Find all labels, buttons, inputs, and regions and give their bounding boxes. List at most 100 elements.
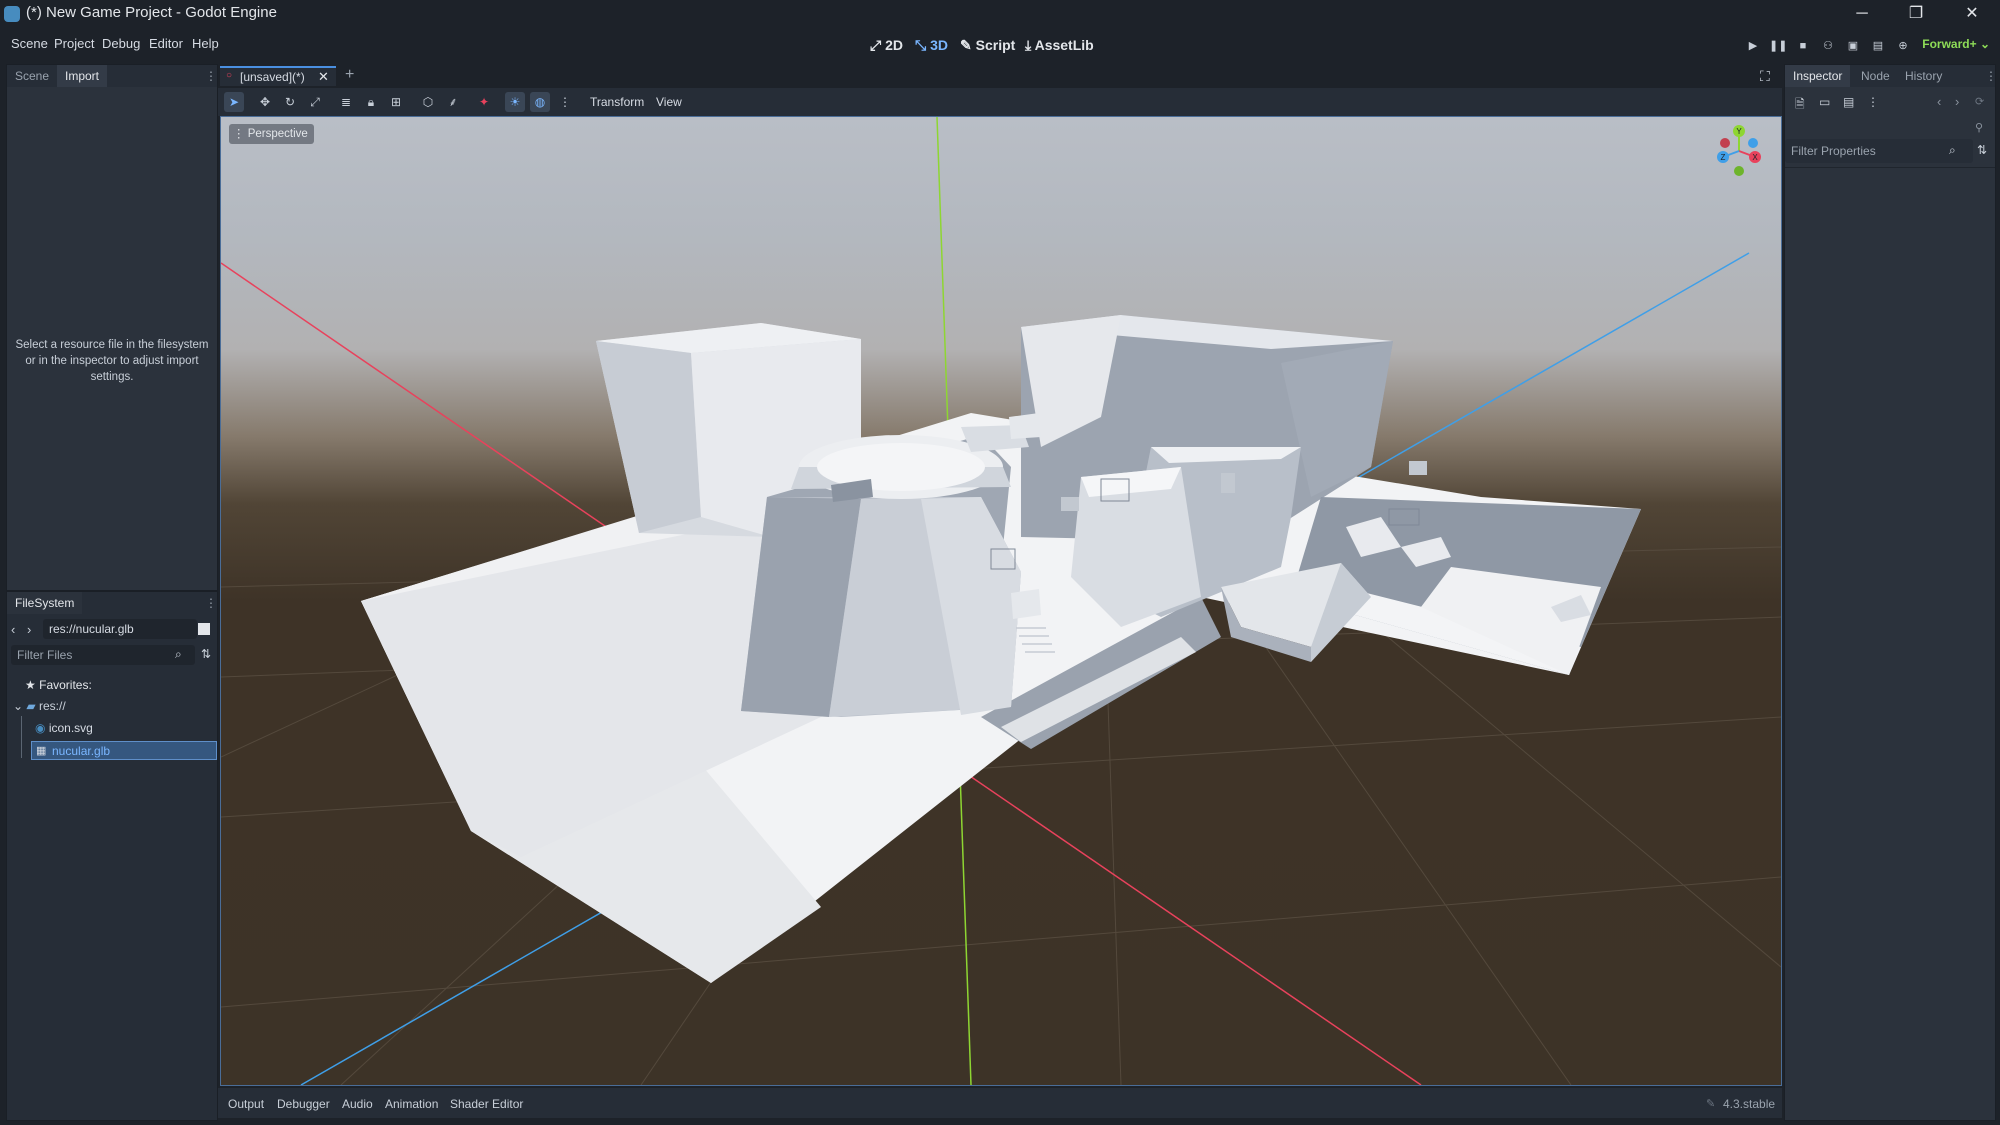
3d-viewport[interactable]: ⋮ Perspective Y X Z — [220, 116, 1782, 1086]
search-icon: ⌕ — [1949, 143, 1956, 157]
version-label[interactable]: 4.3.stable — [1723, 1097, 1775, 1111]
close-window-button[interactable]: ✕ — [1944, 0, 2000, 28]
axis-gizmo-icon: Y X Z — [1717, 125, 1761, 176]
folder-icon: ▰ — [26, 699, 36, 713]
more-options-icon[interactable]: ⋮ — [1867, 95, 1879, 109]
group-icon[interactable]: ⊞ — [386, 92, 406, 112]
filter-files-input[interactable]: Filter Files — [11, 645, 195, 665]
res-folder-row[interactable]: ⌄ ▰ res:// — [13, 699, 66, 713]
pause-button[interactable]: ❚❚ — [1769, 37, 1787, 55]
perspective-button[interactable]: ⋮ Perspective — [229, 124, 314, 144]
dock-menu-icon[interactable]: ⋮ — [1985, 69, 1997, 83]
tab-animation[interactable]: Animation — [385, 1097, 438, 1111]
3d-scene-render — [221, 117, 1781, 1085]
workspace-script-button[interactable]: ✎ Script — [960, 37, 1015, 54]
rotate-tool-icon[interactable]: ↻ — [280, 92, 300, 112]
tab-debugger[interactable]: Debugger — [277, 1097, 330, 1111]
forward-arrow-icon[interactable]: › — [27, 622, 31, 637]
divider — [1785, 167, 1995, 168]
menu-debug[interactable]: Debug — [102, 36, 140, 51]
svg-text:Z: Z — [1721, 153, 1726, 162]
orientation-gizmo[interactable]: Y X Z — [1711, 123, 1767, 179]
move-tool-icon[interactable]: ✥ — [255, 92, 275, 112]
clapper-icon: ▣ — [1847, 40, 1859, 52]
dock-menu-icon[interactable]: ⋮ — [205, 69, 217, 83]
dock-menu-icon[interactable]: ⋮ — [205, 596, 217, 610]
lock-icon[interactable]: 🔒︎ — [361, 92, 381, 112]
3d-icon: ⤡ — [915, 37, 927, 53]
tab-output[interactable]: Output — [228, 1097, 264, 1111]
search-icon: ⌕ — [175, 647, 182, 661]
maximize-button[interactable]: ❐ — [1888, 0, 1944, 28]
update-spinner-icon: ✎ — [1706, 1098, 1716, 1110]
history-forward-icon[interactable]: › — [1955, 94, 1959, 109]
import-panel: Select a resource file in the filesystem… — [7, 87, 217, 590]
add-scene-tab-button[interactable]: + — [345, 66, 354, 84]
inspector-panel: 🗎︎ ▭ ▤ ⋮ ‹ › ⟳ ⚲ Filter Properties ⌕ ⇅ — [1785, 87, 1995, 1120]
pin-icon[interactable]: ⚲ — [1975, 121, 1983, 134]
file-item-nucular-glb[interactable]: ▦ nucular.glb — [31, 741, 217, 760]
minimize-button[interactable]: ─ — [1834, 0, 1890, 28]
import-hint: Select a resource file in the filesystem… — [15, 339, 209, 383]
chevron-down-icon: ⌄ — [1979, 37, 1990, 51]
new-resource-icon[interactable]: 🗎︎ — [1795, 95, 1805, 116]
remote-debug-button[interactable]: ⚇ — [1819, 37, 1837, 55]
stop-button[interactable]: ■ — [1794, 37, 1812, 55]
sort-icon[interactable]: ⇅ — [201, 647, 211, 661]
snap-icon[interactable]: ⬡ — [418, 92, 438, 112]
close-tab-icon[interactable]: ✕ — [318, 69, 329, 85]
filesystem-dock: FileSystem ⋮ ‹ › res://nucular.glb Filte… — [6, 591, 218, 1121]
clapper-custom-icon: ▤ — [1872, 40, 1884, 52]
open-folder-icon[interactable]: ▭ — [1819, 95, 1830, 109]
workspace-2d-button[interactable]: ⤢ 2D — [870, 37, 903, 54]
scale-tool-icon[interactable]: ⤢ — [305, 92, 325, 112]
tab-scene[interactable]: Scene — [7, 65, 57, 87]
svg-text:Y: Y — [1736, 127, 1742, 136]
object-history-icon[interactable]: ⟳ — [1975, 95, 1984, 108]
play-project-button[interactable]: ▶ — [1744, 37, 1762, 55]
tab-history[interactable]: History — [1897, 65, 1950, 87]
workspace-3d-button[interactable]: ⤡ 3D — [915, 37, 948, 54]
environment-icon[interactable]: ◍ — [530, 92, 550, 112]
tab-audio[interactable]: Audio — [342, 1097, 373, 1111]
list-select-icon[interactable]: ≣ — [336, 92, 356, 112]
transform-menu[interactable]: Transform — [590, 95, 644, 109]
workspace-assetlib-button[interactable]: ⤓ AssetLib — [1025, 37, 1094, 54]
svg-text:X: X — [1752, 153, 1758, 162]
menu-project[interactable]: Project — [54, 36, 94, 51]
distraction-free-icon[interactable]: ⛶ — [1760, 68, 1770, 85]
more-options-icon[interactable]: ⋮ — [555, 92, 575, 112]
tab-inspector[interactable]: Inspector — [1785, 65, 1851, 87]
tab-node[interactable]: Node — [1853, 65, 1898, 87]
property-options-icon[interactable]: ⇅ — [1977, 143, 1987, 157]
play-custom-scene-button[interactable]: ▤ — [1869, 37, 1887, 55]
view-menu[interactable]: View — [656, 95, 682, 109]
file-item-icon-svg[interactable]: ◉ icon.svg — [35, 721, 93, 735]
inspector-dock: Inspector Node History ⋮ 🗎︎ ▭ ▤ ⋮ ‹ › ⟳ … — [1784, 64, 1997, 1121]
tab-shader-editor[interactable]: Shader Editor — [450, 1097, 523, 1111]
remote-icon: ⚇ — [1823, 40, 1833, 52]
tab-filesystem[interactable]: FileSystem — [7, 592, 83, 614]
sun-icon[interactable]: ☀ — [505, 92, 525, 112]
script-icon: ✎ — [960, 37, 972, 53]
menu-editor[interactable]: Editor — [149, 36, 183, 51]
scene-tab[interactable]: ○ [unsaved](*) ✕ — [220, 66, 336, 86]
transform-local-icon[interactable]: ⸙ — [443, 92, 463, 112]
menu-scene[interactable]: Scene — [11, 36, 48, 51]
godot-logo-icon — [4, 6, 20, 22]
menu-help[interactable]: Help — [192, 36, 219, 51]
path-field[interactable]: res://nucular.glb — [43, 619, 197, 639]
back-arrow-icon[interactable]: ‹ — [11, 622, 15, 637]
select-tool-icon[interactable]: ➤ — [224, 92, 244, 112]
preview-sun-icon[interactable]: ✦ — [474, 92, 494, 112]
filter-properties-input[interactable]: Filter Properties — [1785, 139, 1973, 163]
play-scene-button[interactable]: ▣ — [1844, 37, 1862, 55]
favorites-row[interactable]: ★ Favorites: — [25, 678, 92, 692]
2d-icon: ⤢ — [870, 37, 882, 53]
toggle-split-icon[interactable] — [198, 623, 210, 635]
tab-import[interactable]: Import — [57, 65, 108, 87]
renderer-selector[interactable]: Forward+ ⌄ — [1922, 37, 1990, 51]
history-back-icon[interactable]: ‹ — [1937, 94, 1941, 109]
save-icon[interactable]: ▤ — [1843, 95, 1854, 109]
movie-maker-button[interactable]: ⊕ — [1894, 37, 1912, 55]
